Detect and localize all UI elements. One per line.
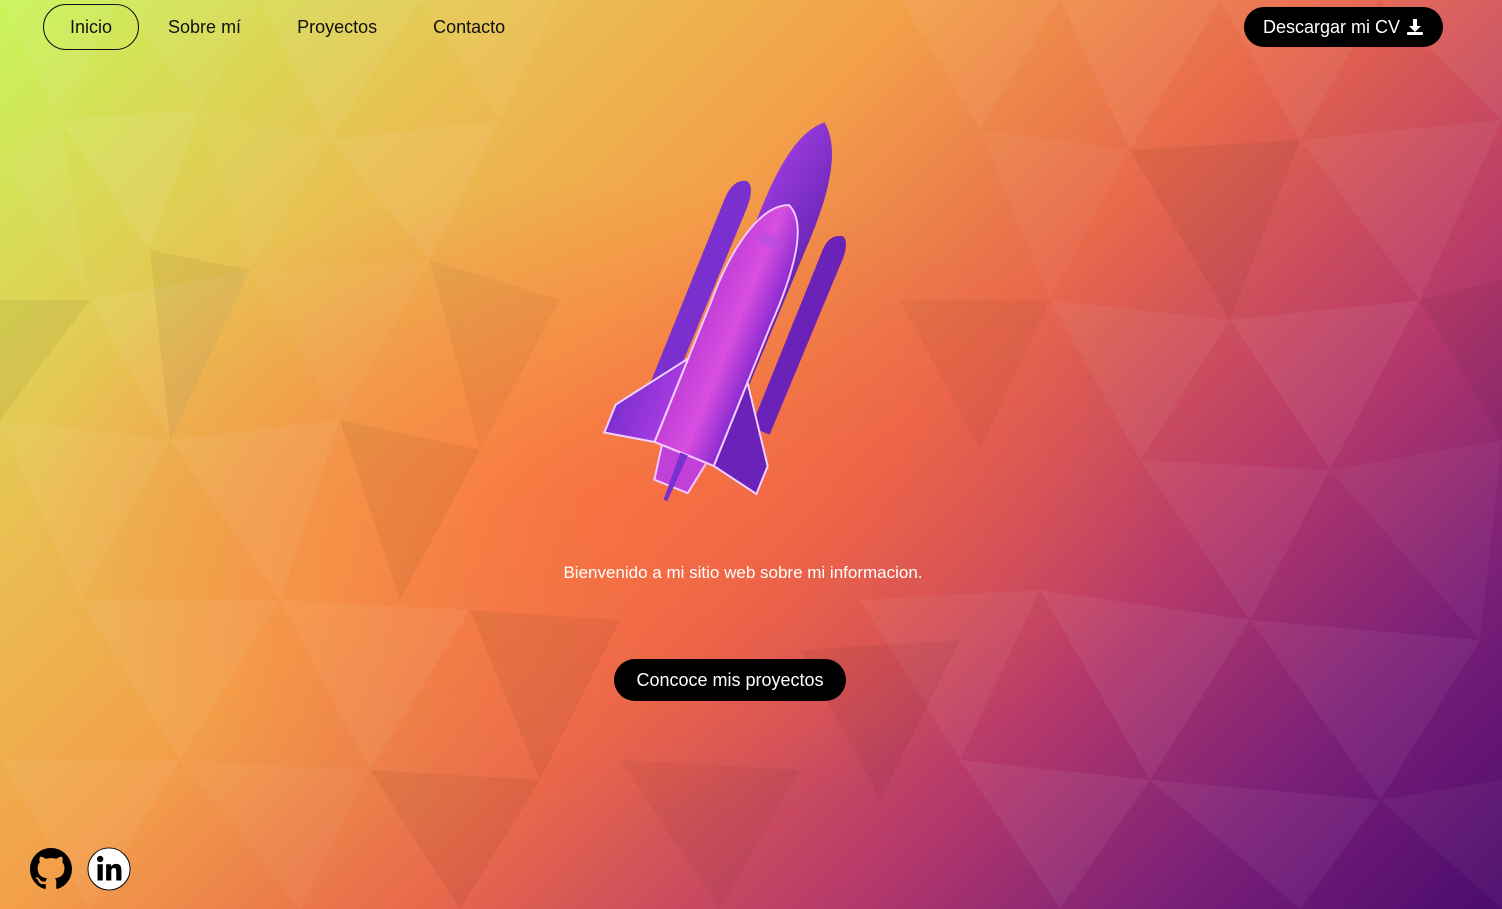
main-nav: Inicio Sobre mí Proyectos Contacto <box>43 4 534 50</box>
download-cv-label: Descargar mi CV <box>1262 16 1401 37</box>
nav-sobre-mi[interactable]: Sobre mí <box>141 4 268 50</box>
nav-proyectos[interactable]: Proyectos <box>270 4 404 50</box>
nav-contacto[interactable]: Contacto <box>406 4 532 50</box>
download-icon <box>1407 19 1424 35</box>
linkedin-icon <box>87 847 131 891</box>
download-cv-button[interactable]: Descargar mi CV <box>1244 7 1443 47</box>
social-links <box>29 845 131 893</box>
github-link[interactable] <box>29 845 73 893</box>
welcome-text: Bienvenido a mi sitio web sobre mi infor… <box>563 563 923 582</box>
rocket-illustration <box>602 122 846 502</box>
linkedin-link[interactable] <box>87 845 131 893</box>
github-icon <box>30 848 72 889</box>
nav-inicio[interactable]: Inicio <box>43 4 140 50</box>
projects-button[interactable]: Concoce mis proyectos <box>614 659 846 701</box>
